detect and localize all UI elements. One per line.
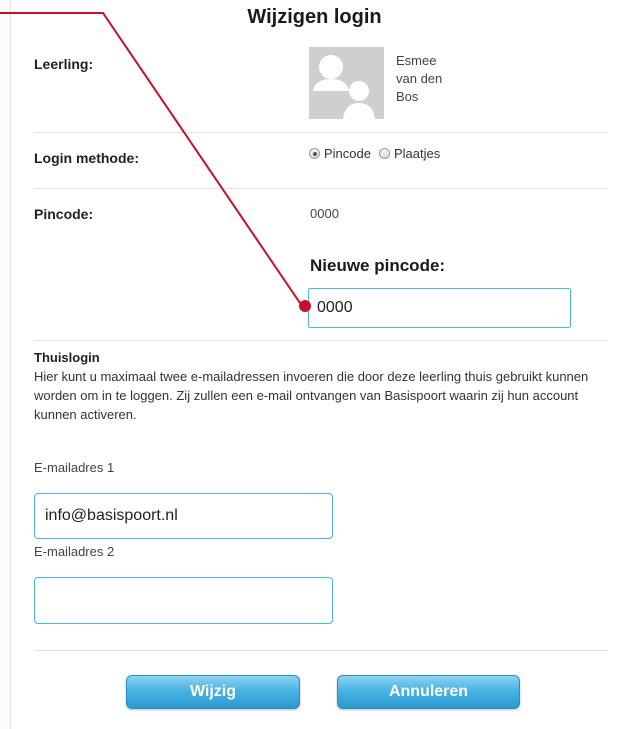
divider: [34, 650, 608, 651]
radio-pincode-label[interactable]: Pincode: [324, 146, 371, 161]
student-name: Esmee van den Bos: [396, 52, 516, 106]
background-page-edge: [0, 0, 11, 729]
new-pincode-heading: Nieuwe pincode:: [310, 256, 446, 275]
email1-input[interactable]: [34, 493, 333, 539]
new-pincode-input[interactable]: [308, 288, 571, 328]
divider: [34, 340, 608, 341]
student-name-line: Bos: [396, 89, 419, 104]
student-name-line: Esmee: [396, 53, 437, 68]
email2-input[interactable]: [34, 577, 333, 624]
radio-plaatjes[interactable]: [378, 148, 390, 159]
login-method-label: Login methode:: [34, 150, 139, 166]
home-login-description: Hier kunt u maximaal twee e-mailadressen…: [34, 369, 589, 422]
radio-plaatjes-label[interactable]: Plaatjes: [394, 146, 440, 161]
divider: [34, 188, 608, 189]
divider: [34, 132, 608, 133]
pincode-value: 0000: [310, 206, 339, 221]
radio-pincode[interactable]: [309, 148, 320, 159]
student-avatar-icon: [309, 47, 384, 119]
save-button[interactable]: Wijzig: [126, 675, 300, 709]
home-login-heading: Thuislogin: [34, 350, 100, 365]
cancel-button[interactable]: Annuleren: [337, 675, 520, 709]
two-users-icon: [309, 47, 384, 119]
email1-label: E-mailadres 1: [34, 460, 115, 475]
dialog-title: Wijzigen login: [247, 6, 382, 28]
login-method-radio-group: Pincode Plaatjes: [309, 146, 448, 161]
student-label: Leerling:: [34, 56, 94, 72]
pincode-label: Pincode:: [34, 206, 94, 222]
email2-label: E-mailadres 2: [34, 544, 115, 559]
student-name-line: van den: [396, 71, 443, 86]
